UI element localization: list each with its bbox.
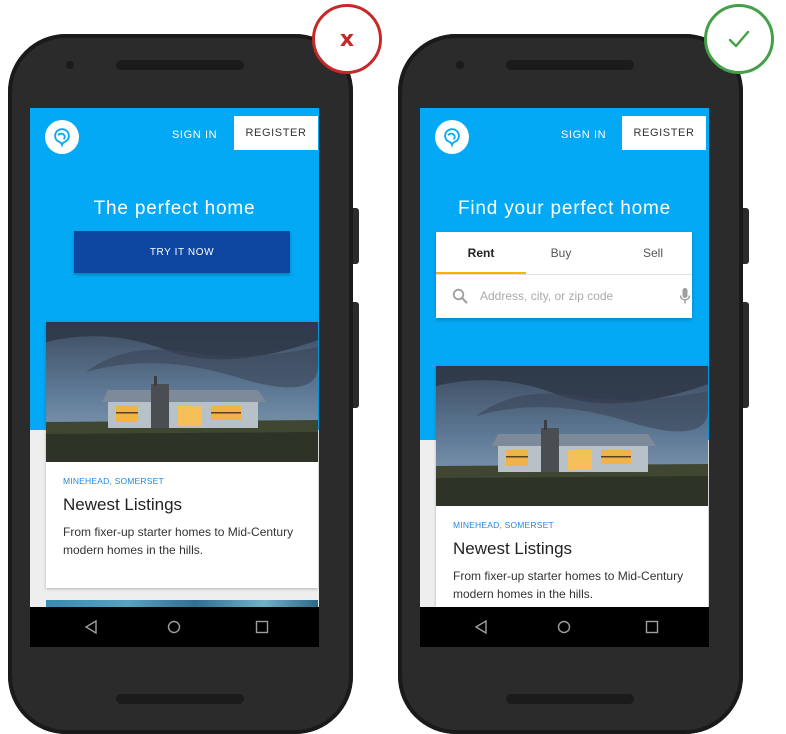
home-icon[interactable] [557, 620, 571, 634]
hero-title: The perfect home [93, 198, 256, 219]
screen: SIGN IN REGISTER The perfect home TRY IT… [30, 108, 319, 647]
phone-correct: SIGN IN REGISTER Find your perfect home … [398, 34, 749, 734]
card-title: Newest Listings [453, 539, 573, 558]
camera [66, 61, 74, 69]
bottom-speaker [506, 694, 634, 704]
home-icon[interactable] [167, 620, 181, 634]
back-icon[interactable] [473, 619, 489, 635]
mic-icon[interactable] [679, 287, 691, 305]
logo-icon[interactable] [45, 120, 79, 154]
recents-icon[interactable] [255, 620, 269, 634]
listing-card[interactable]: MINEHEAD, SOMERSET Newest Listings From … [436, 366, 708, 647]
try-it-now-button[interactable]: TRY IT NOW [74, 231, 290, 273]
screen: SIGN IN REGISTER Find your perfect home … [420, 108, 709, 647]
volume-button [743, 208, 749, 264]
volume-button [353, 208, 359, 264]
tab-indicator [436, 272, 526, 274]
correct-badge [704, 4, 774, 74]
sign-in-link[interactable]: SIGN IN [561, 129, 606, 141]
card-description: From fixer-up starter homes to Mid-Centu… [453, 569, 684, 601]
register-button[interactable]: REGISTER [234, 116, 318, 150]
android-nav-bar [30, 607, 319, 647]
register-button[interactable]: REGISTER [622, 116, 706, 150]
tab-rent[interactable]: Rent [436, 232, 526, 274]
android-nav-bar [420, 607, 709, 647]
house-photo [436, 366, 708, 506]
search-tabs: Rent Buy Sell [436, 232, 692, 275]
card-description: From fixer-up starter homes to Mid-Centu… [63, 525, 294, 557]
house-photo [46, 322, 318, 462]
search-input[interactable] [480, 284, 660, 308]
recents-icon[interactable] [645, 620, 659, 634]
bottom-speaker [116, 694, 244, 704]
search-row [436, 275, 692, 318]
tab-sell[interactable]: Sell [618, 232, 688, 274]
logo-icon[interactable] [435, 120, 469, 154]
search-icon [452, 288, 468, 304]
back-icon[interactable] [83, 619, 99, 635]
incorrect-badge: x [312, 4, 382, 74]
x-icon: x [339, 26, 355, 52]
top-speaker [506, 60, 634, 70]
power-button [353, 302, 359, 408]
hero-title: Find your perfect home [458, 198, 671, 219]
top-speaker [116, 60, 244, 70]
listing-card[interactable]: MINEHEAD, SOMERSET Newest Listings From … [46, 322, 318, 588]
card-location: MINEHEAD, SOMERSET [453, 520, 554, 530]
phone-incorrect: SIGN IN REGISTER The perfect home TRY IT… [8, 34, 359, 734]
check-icon [728, 30, 750, 48]
card-title: Newest Listings [63, 495, 183, 514]
tab-buy[interactable]: Buy [526, 232, 596, 274]
search-card: Rent Buy Sell [436, 232, 692, 318]
card-location: MINEHEAD, SOMERSET [63, 476, 164, 486]
sign-in-link[interactable]: SIGN IN [172, 129, 217, 141]
power-button [743, 302, 749, 408]
camera [456, 61, 464, 69]
